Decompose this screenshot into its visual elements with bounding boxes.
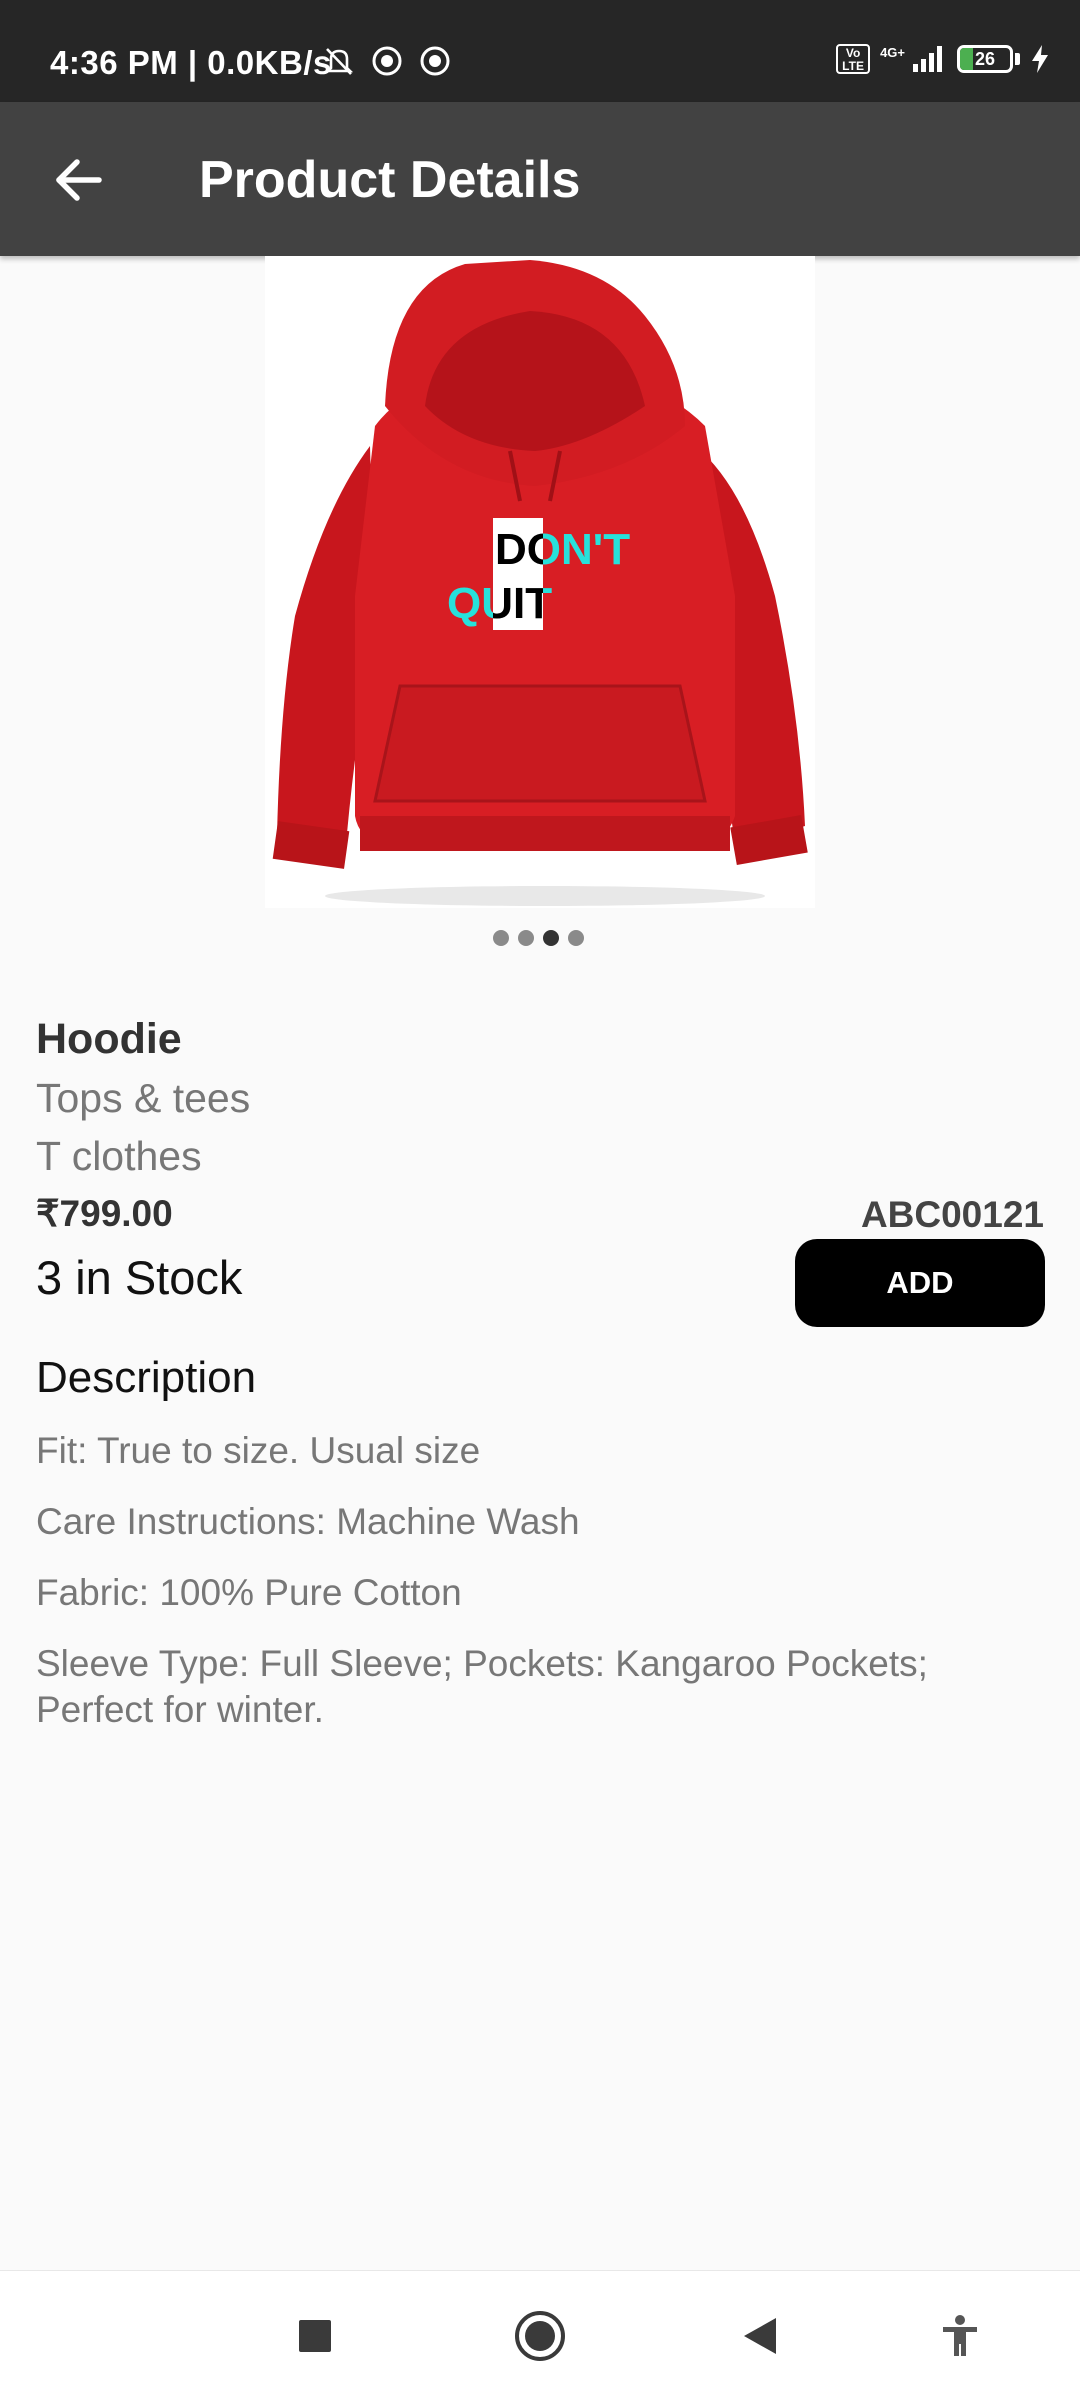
product-subcategory: T clothes [36, 1133, 202, 1179]
accessibility-icon [943, 2315, 977, 2356]
print-line1: DON'T [495, 525, 630, 574]
product-name: Hoodie [36, 1015, 182, 1063]
product-price: ₹799.00 [36, 1193, 173, 1234]
status-icons-left [322, 44, 452, 78]
arrow-left-icon [56, 159, 102, 201]
hoodie-image: DON'T QUIT [272, 260, 808, 906]
circle-icon [515, 2311, 565, 2361]
charging-icon [1032, 45, 1048, 73]
product-sku: ABC00121 [860, 1194, 1044, 1235]
battery-tip [1015, 53, 1020, 65]
add-button[interactable]: ADD [795, 1239, 1045, 1327]
product-category: Tops & tees [36, 1075, 251, 1121]
description-line: Sleeve Type: Full Sleeve; Pockets: Kanga… [36, 1643, 928, 1730]
print-line2: QUIT [447, 579, 552, 628]
carousel-dot-active[interactable] [543, 930, 559, 946]
data-saver-icon [372, 46, 402, 76]
signal-icon [913, 46, 942, 72]
battery-level: 26 [974, 49, 996, 69]
description-line: Fabric: 100% Pure Cotton [36, 1572, 462, 1613]
sync-icon [420, 46, 450, 76]
recents-button[interactable] [280, 2301, 350, 2371]
status-icons-right: Vo LTE 4G+ 26 [836, 44, 1050, 74]
description-line: Fit: True to size. Usual size [36, 1430, 481, 1471]
carousel-dot[interactable] [493, 930, 509, 946]
square-icon [299, 2320, 331, 2352]
navigation-bar [0, 2270, 1080, 2401]
carousel-dot[interactable] [568, 930, 584, 946]
network-type: 4G+ [880, 44, 905, 60]
back-button[interactable] [44, 146, 112, 214]
battery-icon: 26 [957, 45, 1013, 73]
back-nav-button[interactable] [725, 2301, 795, 2371]
carousel-dot[interactable] [518, 930, 534, 946]
status-bar: 4:36 PM | 0.0KB/s Vo LTE 4G+ 26 [0, 0, 1080, 102]
description-list: Fit: True to size. Usual size Care Instr… [36, 1428, 1036, 1758]
carousel-indicator [493, 930, 584, 946]
home-button[interactable] [505, 2301, 575, 2371]
muted-bell-icon [324, 48, 354, 75]
description-title: Description [36, 1353, 257, 1402]
stock-status: 3 in Stock [36, 1251, 243, 1304]
accessibility-button[interactable] [925, 2301, 995, 2371]
product-image[interactable]: DON'T QUIT [265, 256, 815, 908]
volte-icon: Vo LTE [836, 44, 871, 74]
triangle-back-icon [744, 2318, 776, 2354]
status-time: 4:36 PM | 0.0KB/s [50, 44, 332, 81]
description-line: Care Instructions: Machine Wash [36, 1501, 580, 1542]
app-bar: Product Details [0, 102, 1080, 256]
page-title: Product Details [199, 151, 581, 209]
